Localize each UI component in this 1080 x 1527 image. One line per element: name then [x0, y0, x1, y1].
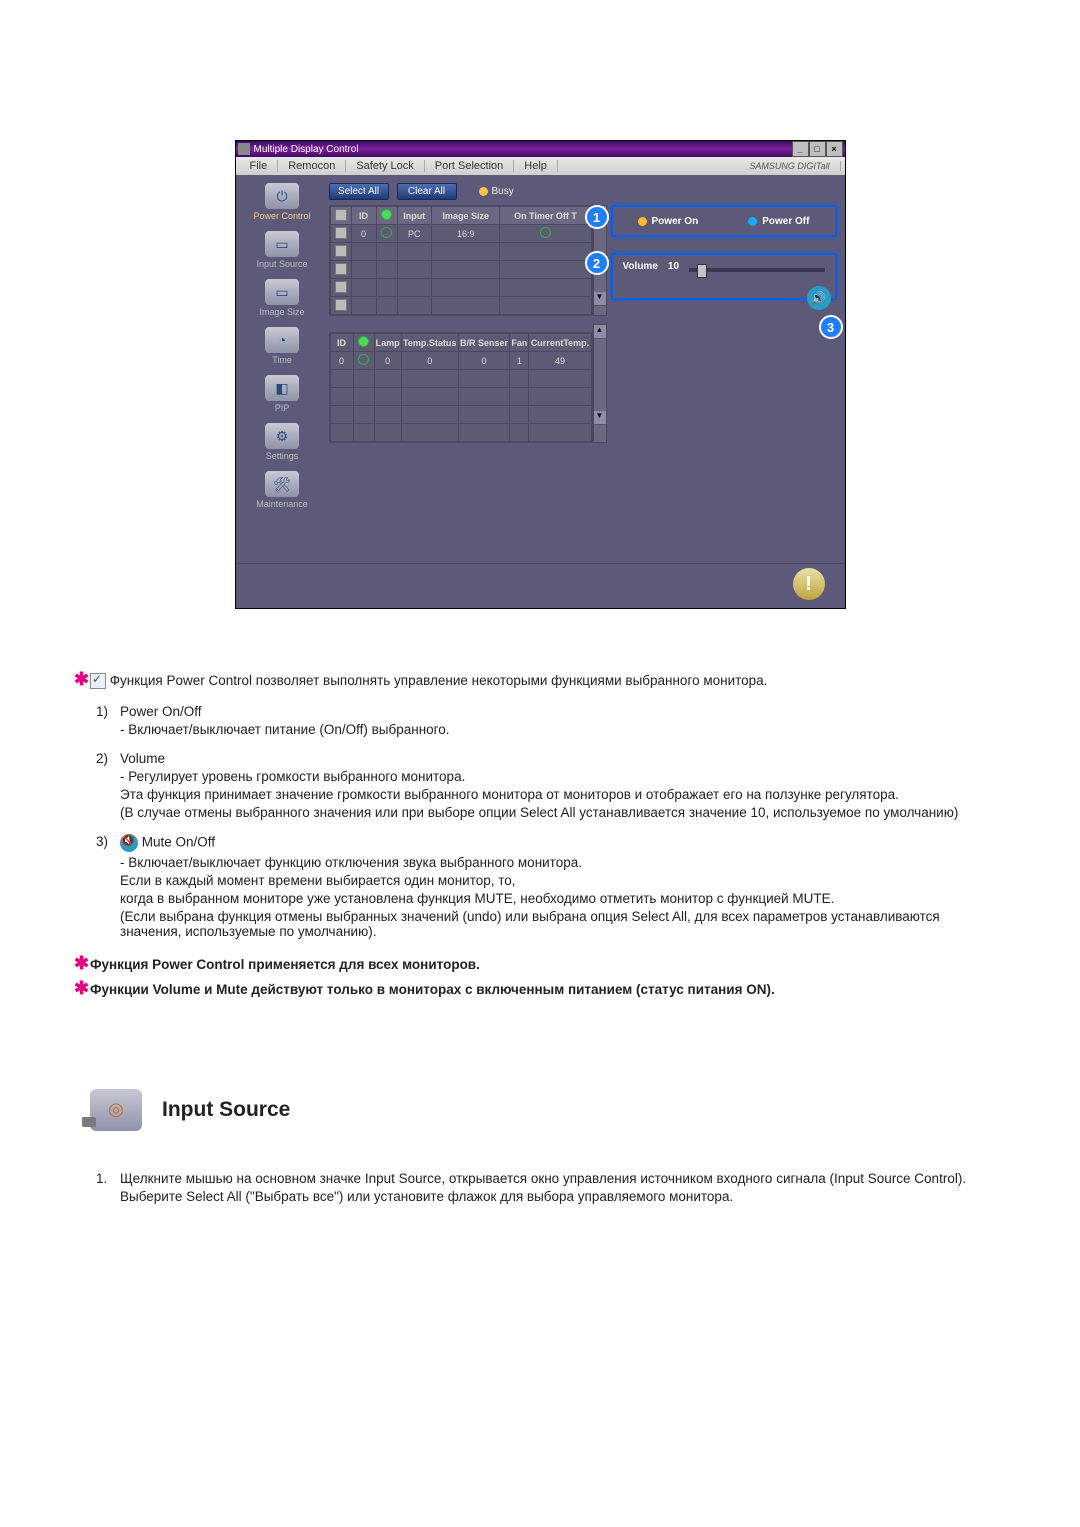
volume-panel: Volume 10 🔊 — [611, 253, 837, 300]
info-icon[interactable]: ! — [793, 568, 825, 600]
table-row[interactable] — [330, 261, 591, 279]
section-heading: ◎ Input Source — [90, 1089, 990, 1131]
list-item: 1. Щелкните мышью на основном значке Inp… — [90, 1171, 990, 1204]
window-titlebar: Multiple Display Control _ □ × — [236, 141, 845, 157]
mute-icon — [120, 834, 138, 852]
list-item: 2) Volume - Регулирует уровень громкости… — [90, 751, 990, 820]
power-off-led-icon — [748, 217, 757, 226]
sidebar-item-time[interactable]: ◔Time — [265, 327, 299, 365]
power-icon: ⏻ — [265, 183, 299, 209]
star-icon: ✱ — [74, 669, 86, 690]
power-panel: Power On Power Off — [611, 205, 837, 237]
brand-label: SAMSUNG DIGITall — [739, 161, 840, 171]
table-row[interactable] — [330, 406, 591, 424]
status-table: IDLampTemp.StatusB/R SenserFanCurrentTem… — [329, 332, 593, 443]
table-row[interactable] — [330, 388, 591, 406]
note-text: Функция Power Control применяется для вс… — [90, 957, 480, 972]
list-item: 1) Power On/Off - Включает/выключает пит… — [90, 704, 990, 737]
power-on-led-icon — [638, 217, 647, 226]
table-row[interactable]: 0000149 — [330, 352, 591, 370]
table-row[interactable] — [330, 279, 591, 297]
document-body: ✱ Функция Power Control позволяет выполн… — [88, 669, 992, 1204]
power-off-button[interactable]: Power Off — [748, 216, 809, 227]
volume-slider[interactable] — [689, 268, 824, 272]
close-button[interactable]: × — [826, 141, 843, 157]
section-icon: ◎ — [90, 1089, 142, 1131]
table-row[interactable] — [330, 370, 591, 388]
menu-file[interactable]: File — [240, 160, 279, 172]
callout-1: 1 — [585, 205, 609, 229]
sidebar-item-maintenance[interactable]: 🛠Maintenance — [256, 471, 308, 509]
select-all-button[interactable]: Select All — [329, 183, 389, 200]
window-title: Multiple Display Control — [254, 144, 359, 155]
sidebar-item-settings[interactable]: ⚙Settings — [265, 423, 299, 461]
status-scrollbar[interactable]: ▲▼ — [593, 324, 607, 443]
sidebar-item-imagesize[interactable]: ▭Image Size — [259, 279, 304, 317]
list-item: 3) Mute On/Off - Включает/выключает функ… — [90, 834, 990, 939]
time-icon: ◔ — [265, 327, 299, 353]
image-size-icon: ▭ — [265, 279, 299, 305]
checkbox-icon[interactable] — [335, 209, 347, 221]
volume-value: 10 — [668, 261, 679, 272]
callout-2: 2 — [585, 251, 609, 275]
menubar: File Remocon Safety Lock Port Selection … — [236, 157, 845, 175]
note-text: Функции Volume и Mute действуют только в… — [90, 982, 775, 997]
clear-all-button[interactable]: Clear All — [397, 183, 457, 200]
section-title: Input Source — [162, 1098, 290, 1122]
volume-label: Volume — [623, 261, 658, 272]
settings-icon: ⚙ — [265, 423, 299, 449]
table-row[interactable]: 0PC16:9 — [330, 225, 591, 243]
star-icon: ✱ — [74, 978, 86, 999]
input-icon: ▭ — [265, 231, 299, 257]
power-on-button[interactable]: Power On — [638, 216, 699, 227]
star-icon: ✱ — [74, 953, 86, 974]
menu-portselection[interactable]: Port Selection — [425, 160, 514, 172]
sidebar: ⏻Power Control ▭Input Source ▭Image Size… — [236, 175, 329, 563]
slider-thumb-icon[interactable] — [697, 264, 707, 278]
menu-help[interactable]: Help — [514, 160, 558, 172]
status-led-icon — [381, 209, 392, 220]
intro-text: Функция Power Control позволяет выполнят… — [110, 673, 768, 688]
app-screenshot: Multiple Display Control _ □ × File Remo… — [235, 140, 846, 609]
menu-remocon[interactable]: Remocon — [278, 160, 346, 172]
maintenance-icon: 🛠 — [265, 471, 299, 497]
maximize-button[interactable]: □ — [809, 141, 826, 157]
footer-panel: ! — [236, 563, 845, 608]
busy-led-icon — [479, 187, 488, 196]
callout-3: 3 — [819, 315, 843, 339]
sidebar-item-power[interactable]: ⏻Power Control — [253, 183, 310, 221]
pip-icon: ◧ — [265, 375, 299, 401]
checkbox-icon — [90, 673, 106, 689]
mute-button[interactable]: 🔊 — [807, 286, 831, 310]
sidebar-item-pip[interactable]: ◧PIP — [265, 375, 299, 413]
minimize-button[interactable]: _ — [792, 141, 809, 157]
busy-indicator: Busy — [479, 186, 514, 197]
app-icon — [238, 143, 250, 155]
displays-table: IDInputImage SizeOn Timer Off T 0PC16:9 — [329, 205, 593, 316]
table-row[interactable] — [330, 297, 591, 315]
table-row[interactable] — [330, 243, 591, 261]
table-row[interactable] — [330, 424, 591, 442]
menu-safetylock[interactable]: Safety Lock — [346, 160, 424, 172]
sidebar-item-input[interactable]: ▭Input Source — [256, 231, 307, 269]
